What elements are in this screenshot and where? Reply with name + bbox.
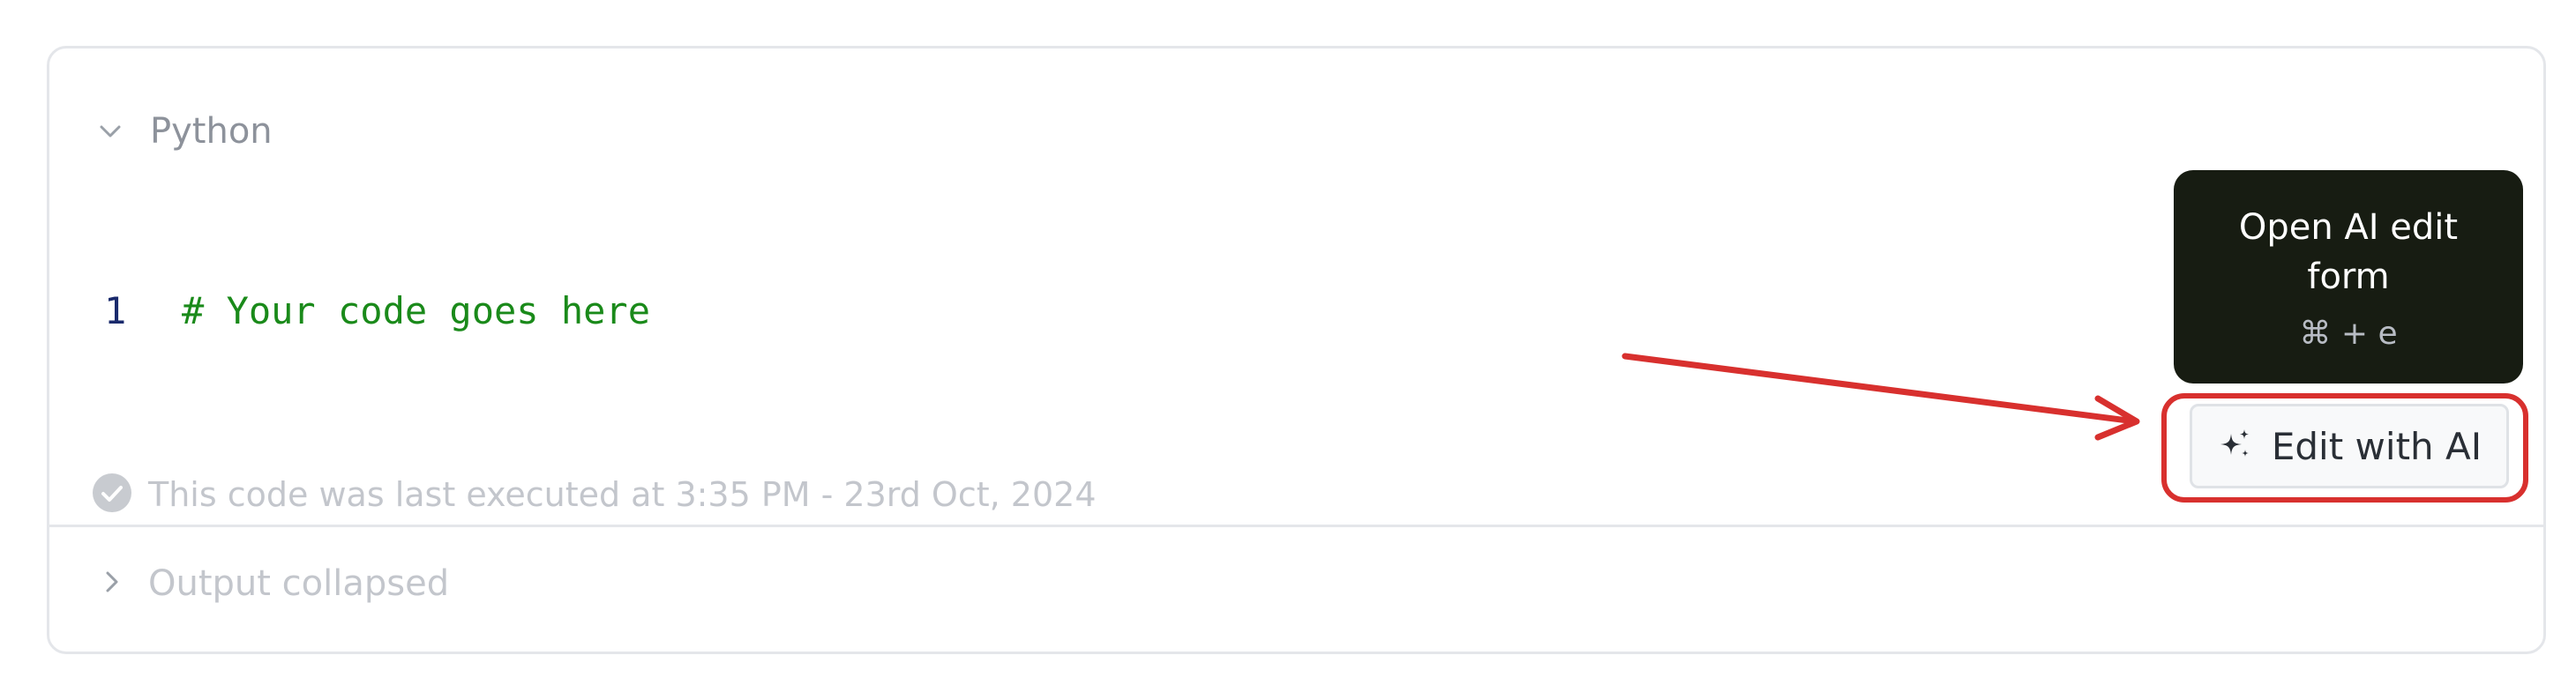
- divider: [49, 525, 2543, 527]
- execution-status: This code was last executed at 3:35 PM -…: [92, 468, 1097, 521]
- output-collapsed-label: Output collapsed: [148, 563, 450, 604]
- edit-with-ai-button[interactable]: Edit with AI: [2190, 404, 2509, 488]
- output-toggle[interactable]: Output collapsed: [99, 544, 449, 623]
- code-text[interactable]: # Your code goes here: [182, 289, 650, 332]
- edit-ai-tooltip: Open AI edit form ⌘ + e: [2174, 170, 2523, 384]
- line-number: 1: [104, 288, 127, 332]
- check-circle-icon: [92, 473, 132, 518]
- chevron-right-icon[interactable]: [99, 569, 125, 599]
- cell-header[interactable]: Python: [97, 103, 273, 160]
- sparkles-icon: [2217, 427, 2252, 466]
- tooltip-title: Open AI edit form: [2238, 206, 2459, 297]
- code-cell: Python 1 # Your code goes here This code…: [47, 46, 2546, 654]
- tooltip-shortcut: ⌘ + e: [2299, 315, 2398, 352]
- edit-with-ai-label: Edit with AI: [2271, 424, 2482, 468]
- execution-status-text: This code was last executed at 3:35 PM -…: [148, 475, 1097, 514]
- language-label: Python: [150, 111, 273, 152]
- chevron-down-icon[interactable]: [97, 118, 124, 145]
- code-line[interactable]: 1 # Your code goes here: [104, 279, 650, 341]
